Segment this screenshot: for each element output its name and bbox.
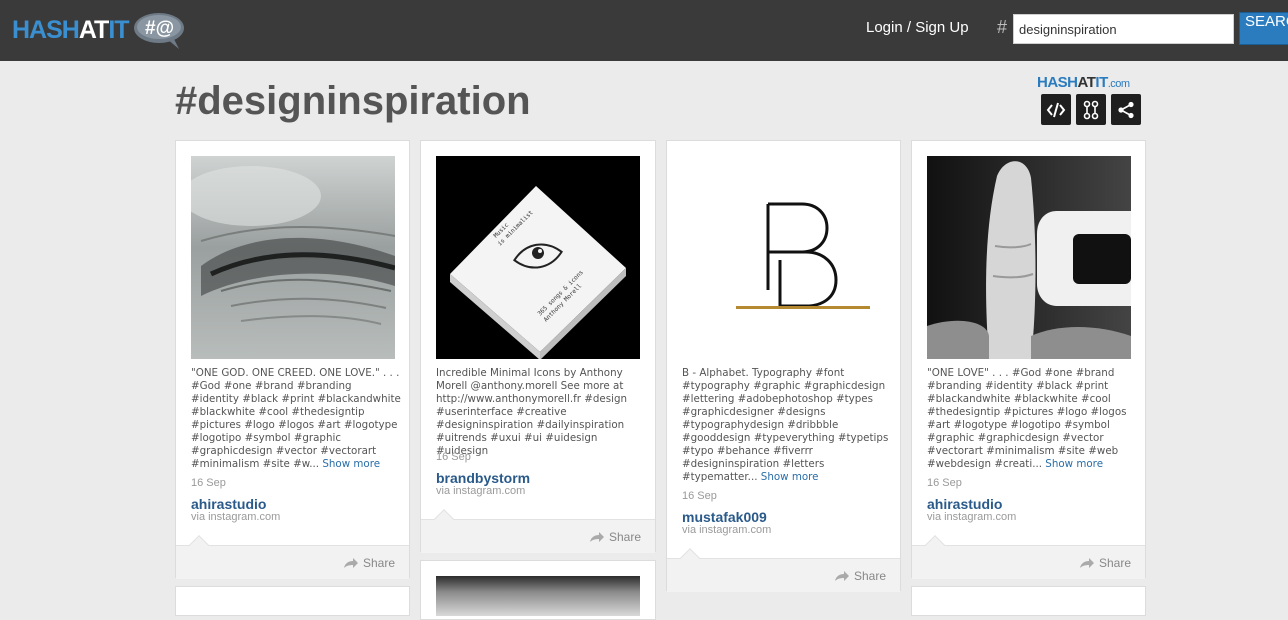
post-source: via instagram.com [927, 511, 1017, 523]
post-source: via instagram.com [682, 524, 772, 536]
logo-part-it: IT [108, 15, 129, 44]
post-source: via instagram.com [191, 511, 281, 523]
share-arrow-icon [589, 532, 604, 542]
post-author-link[interactable]: ahirastudio [191, 496, 266, 512]
page-title: #designinspiration [175, 79, 531, 123]
bubble-hash-text: #@ [145, 18, 174, 39]
footer-notch [434, 509, 454, 529]
hashatit-logo[interactable]: HASHATIT #@ [12, 9, 187, 51]
post-date: 16 Sep [191, 477, 226, 489]
post-image-letter-b[interactable] [682, 156, 886, 359]
post-caption: B - Alphabet. Typography #font #typograp… [682, 367, 892, 484]
post-author-link[interactable]: mustafak009 [682, 509, 767, 525]
post-date: 16 Sep [436, 451, 471, 463]
show-more-link[interactable]: Show more [322, 458, 380, 470]
post-image-finger-lips[interactable] [927, 156, 1131, 359]
speech-bubble-icon: #@ [133, 11, 187, 49]
share-arrow-icon [834, 571, 849, 581]
post-card[interactable]: "ONE GOD. ONE CREED. ONE LOVE." . . . #G… [175, 140, 410, 579]
card-footer: Share [667, 548, 900, 592]
post-caption: Incredible Minimal Icons by Anthony More… [436, 367, 646, 458]
post-caption-text: "ONE GOD. ONE CREED. ONE LOVE." . . . #G… [191, 367, 401, 470]
logo-part-at: AT [78, 15, 110, 44]
share-arrow-icon [343, 558, 358, 568]
share-icon [1118, 101, 1134, 118]
post-date: 16 Sep [682, 490, 717, 502]
share-arrow-icon [1079, 558, 1094, 568]
post-date: 16 Sep [927, 477, 962, 489]
hash-prefix-label: # [997, 17, 1008, 37]
post-caption-text: "ONE LOVE" . . . #God #one #brand #brand… [927, 367, 1127, 470]
top-navigation-bar: HASHATIT #@ Login / Sign Up # SEARCH [0, 0, 1288, 61]
show-more-link[interactable]: Show more [1045, 458, 1103, 470]
logo-part-hash: HASH [12, 15, 80, 44]
post-image-closed-eyes[interactable] [191, 156, 395, 359]
post-source: via instagram.com [436, 485, 526, 497]
post-card[interactable] [420, 560, 656, 620]
post-author-link[interactable]: ahirastudio [927, 496, 1002, 512]
post-caption-text: Incredible Minimal Icons by Anthony More… [436, 367, 628, 457]
share-label: Share [608, 530, 641, 544]
show-more-link[interactable]: Show more [761, 471, 819, 483]
card-footer: Share [176, 535, 409, 579]
brand-part-com: .com [1107, 78, 1130, 90]
brand-part-at: AT [1077, 74, 1096, 91]
search-button[interactable]: SEARCH [1239, 12, 1288, 45]
footer-notch [925, 535, 945, 555]
share-button[interactable]: Share [343, 556, 395, 570]
post-card[interactable] [911, 586, 1146, 616]
post-image-icon-book[interactable]: Music is minimalist 365 songs & icons An… [436, 156, 640, 359]
post-card[interactable] [175, 586, 410, 616]
card-footer: Share [912, 535, 1145, 579]
post-caption: "ONE GOD. ONE CREED. ONE LOVE." . . . #G… [191, 367, 401, 471]
hashtag-search-input[interactable] [1013, 14, 1234, 44]
share-label: Share [1098, 556, 1131, 570]
footer-notch [189, 535, 209, 555]
customize-icon [1083, 100, 1099, 119]
share-button[interactable]: Share [1079, 556, 1131, 570]
brand-part-hash: HASH [1037, 74, 1078, 91]
login-signup-link[interactable]: Login / Sign Up [866, 19, 969, 36]
card-footer: Share [421, 509, 655, 553]
post-card[interactable]: B - Alphabet. Typography #font #typograp… [666, 140, 901, 592]
customize-button[interactable] [1076, 94, 1106, 125]
share-button[interactable]: Share [589, 530, 641, 544]
share-label: Share [362, 556, 395, 570]
post-card[interactable]: Music is minimalist 365 songs & icons An… [420, 140, 656, 553]
brand-part-it: IT [1095, 74, 1108, 91]
share-button[interactable]: Share [834, 569, 886, 583]
footer-notch [680, 548, 700, 568]
embed-icon [1046, 102, 1066, 117]
post-image-partial[interactable] [436, 576, 640, 616]
post-caption: "ONE LOVE" . . . #God #one #brand #brand… [927, 367, 1137, 471]
post-card[interactable]: "ONE LOVE" . . . #God #one #brand #brand… [911, 140, 1146, 579]
hashatit-com-logo[interactable]: HASHATIT.com [1037, 74, 1130, 91]
logo-wordmark: HASHATIT [12, 15, 130, 44]
share-page-button[interactable] [1111, 94, 1141, 125]
post-author-link[interactable]: brandbystorm [436, 470, 530, 486]
share-label: Share [853, 569, 886, 583]
embed-button[interactable] [1041, 94, 1071, 125]
post-caption-text: B - Alphabet. Typography #font #typograp… [682, 367, 889, 483]
